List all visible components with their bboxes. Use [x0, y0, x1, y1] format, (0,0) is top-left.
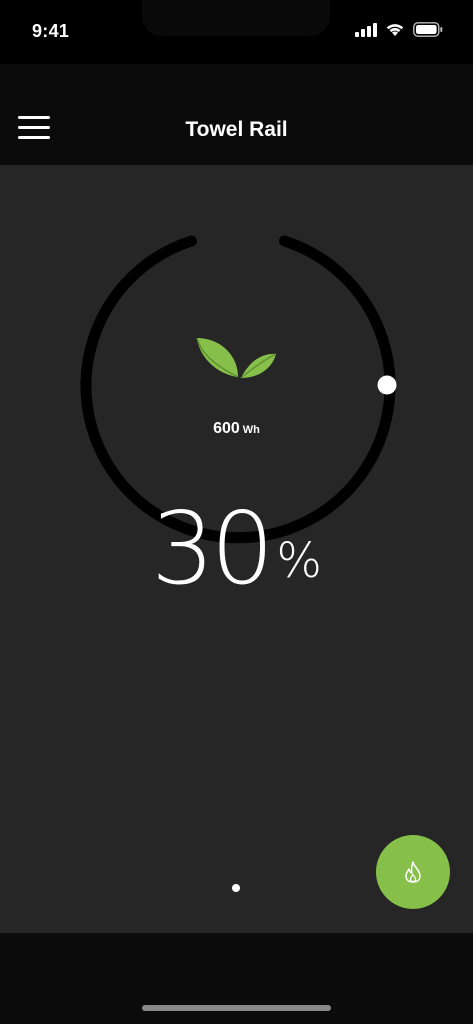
status-time: 9:41 — [32, 21, 70, 41]
battery-icon — [413, 22, 443, 37]
wifi-icon — [386, 24, 404, 36]
energy-value: 600 — [213, 420, 240, 437]
home-indicator[interactable] — [142, 1005, 331, 1011]
energy-unit: Wh — [242, 424, 260, 436]
boost-button[interactable] — [376, 835, 450, 909]
status-bar: 9:41 — [0, 0, 473, 64]
dial-handle[interactable] — [377, 375, 397, 395]
page-title: Towel Rail — [185, 118, 288, 141]
leaf-icon — [196, 337, 277, 379]
app-header: Towel Rail — [0, 64, 473, 165]
cellular-signal-icon — [355, 22, 377, 37]
bottom-bar — [0, 933, 473, 1024]
energy-readout: 600 Wh — [0, 420, 473, 438]
percent-value: 30 — [151, 490, 274, 607]
flame-icon — [405, 861, 421, 883]
page-indicator-dot[interactable] — [232, 884, 240, 892]
percent-unit: % — [276, 533, 322, 589]
device-notch — [142, 0, 330, 36]
status-icons — [355, 22, 443, 37]
level-percent-display: 30% — [0, 490, 473, 607]
